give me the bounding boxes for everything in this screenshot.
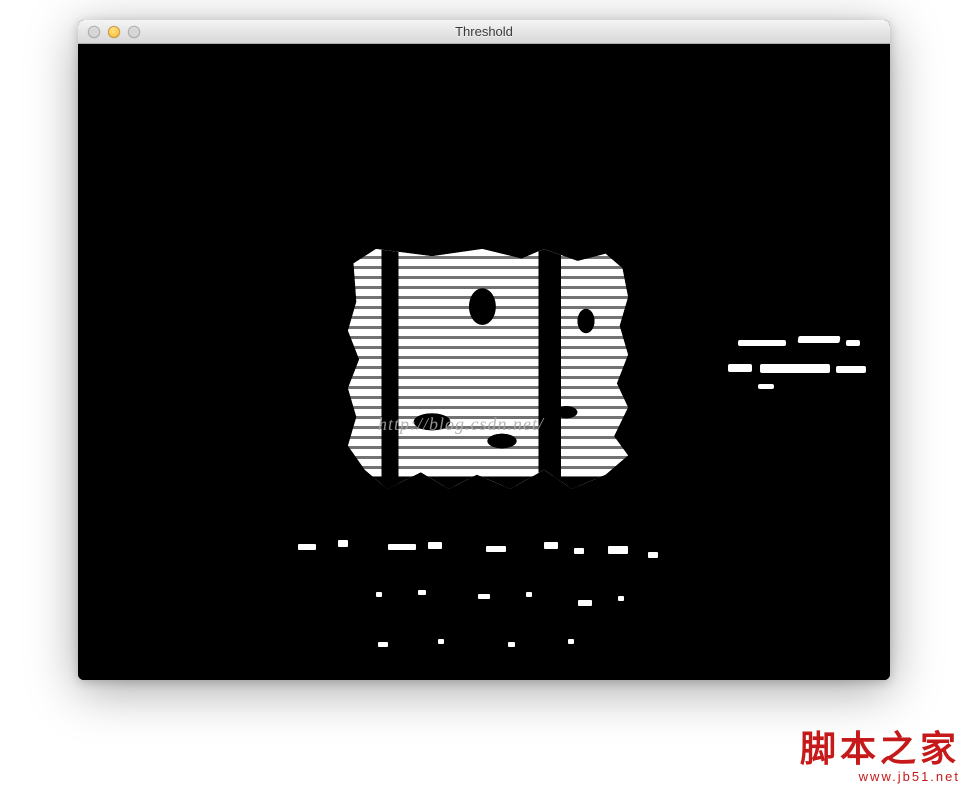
threshold-speck (376, 592, 382, 597)
traffic-lights (78, 26, 140, 38)
threshold-streak (798, 336, 841, 343)
close-button[interactable] (88, 26, 100, 38)
threshold-speck (544, 542, 558, 549)
threshold-speck (388, 544, 416, 550)
threshold-speck (338, 540, 348, 547)
threshold-speck (578, 600, 592, 606)
threshold-streak (760, 364, 830, 373)
threshold-speck (618, 596, 624, 601)
titlebar[interactable]: Threshold (78, 20, 890, 44)
threshold-speck (378, 642, 388, 647)
app-window: Threshold (78, 20, 890, 680)
threshold-speck (428, 542, 442, 549)
threshold-speck (418, 590, 426, 595)
threshold-streak (846, 340, 860, 346)
threshold-speck (508, 642, 515, 647)
window-title: Threshold (78, 24, 890, 39)
minimize-button[interactable] (108, 26, 120, 38)
site-watermark-cn: 脚本之家 (800, 731, 960, 769)
threshold-streak (758, 384, 774, 389)
threshold-blob-main (348, 249, 628, 489)
threshold-speck (478, 594, 490, 599)
threshold-speck (486, 546, 506, 552)
threshold-streak (738, 340, 786, 346)
image-viewport: http://blog.csdn.net/ (78, 44, 890, 680)
site-watermark: 脚本之家 www.jb51.net (800, 731, 960, 784)
maximize-button[interactable] (128, 26, 140, 38)
threshold-streak (836, 366, 866, 373)
threshold-speck (608, 546, 628, 554)
threshold-speck (298, 544, 316, 550)
threshold-speck (648, 552, 658, 558)
threshold-speck (568, 639, 574, 644)
threshold-image: http://blog.csdn.net/ (78, 44, 890, 680)
threshold-speck (526, 592, 532, 597)
threshold-speck (438, 639, 444, 644)
threshold-speck (574, 548, 584, 554)
site-watermark-en: www.jb51.net (800, 770, 960, 784)
threshold-streak (728, 364, 752, 372)
